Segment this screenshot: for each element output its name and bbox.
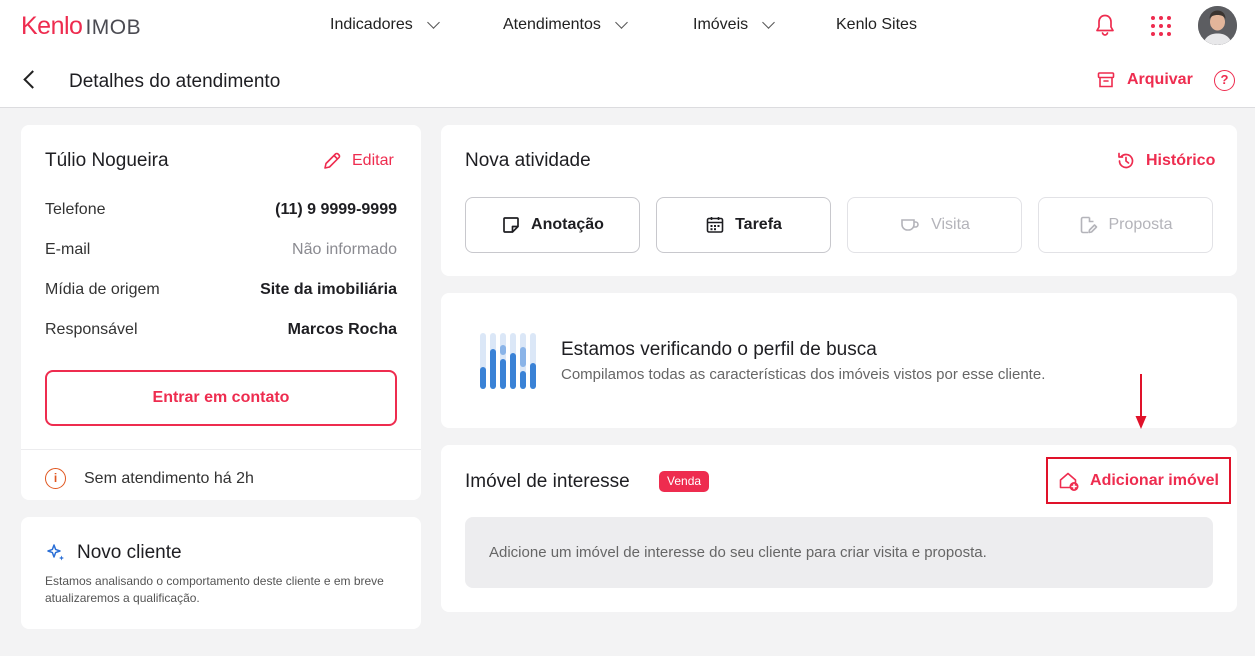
nav-label: Atendimentos — [503, 16, 601, 33]
nav-indicadores[interactable]: Indicadores — [330, 16, 440, 34]
email-row: E-mail Não informado — [45, 241, 397, 259]
status-text: Sem atendimento há 2h — [84, 469, 254, 487]
nav-kenlo-sites[interactable]: Kenlo Sites — [836, 16, 917, 34]
new-client-title-row: Novo cliente — [45, 542, 182, 564]
field-label: Mídia de origem — [45, 281, 160, 298]
note-label: Anotação — [531, 216, 604, 233]
annotation-arrow-icon — [1135, 374, 1147, 429]
document-edit-icon — [1081, 216, 1098, 234]
email-value: Não informado — [292, 241, 397, 258]
nav-label: Indicadores — [330, 16, 413, 33]
origin-value: Site da imobiliária — [260, 281, 397, 298]
equalizer-chart-icon — [480, 333, 536, 389]
status-row: i Sem atendimento há 2h — [45, 468, 254, 489]
visit-label: Visita — [931, 216, 970, 233]
origin-row: Mídia de origem Site da imobiliária — [45, 281, 397, 299]
phone-row: Telefone (11) 9 9999-9999 — [45, 201, 397, 219]
note-button[interactable]: Anotação — [465, 197, 640, 253]
help-icon[interactable]: ? — [1214, 70, 1235, 91]
chevron-down-icon — [614, 16, 628, 29]
new-client-title: Novo cliente — [77, 542, 182, 563]
field-label: Responsável — [45, 321, 138, 338]
chevron-down-icon — [762, 16, 775, 29]
history-label: Histórico — [1146, 152, 1216, 169]
logo-product: IMOB — [85, 16, 142, 39]
visit-button[interactable]: Visita — [847, 197, 1022, 253]
client-name: Túlio Nogueira — [45, 150, 169, 171]
chevron-down-icon — [426, 16, 440, 29]
house-add-icon — [1059, 472, 1079, 491]
task-label: Tarefa — [735, 216, 782, 233]
apps-grid-icon[interactable] — [1151, 16, 1171, 36]
archive-button[interactable]: Arquivar — [1097, 71, 1193, 89]
archive-label: Arquivar — [1127, 71, 1193, 88]
empty-state: Adicione um imóvel de interesse do seu c… — [465, 517, 1213, 588]
page-header: Detalhes do atendimento Arquivar ? — [0, 52, 1255, 108]
history-button[interactable]: Histórico — [1116, 151, 1215, 171]
phone-value: (11) 9 9999-9999 — [275, 201, 397, 218]
new-client-description: Estamos analisando o comportamento deste… — [45, 574, 384, 605]
cup-icon — [901, 219, 919, 231]
info-warning-icon: i — [45, 468, 66, 489]
nav-atendimentos[interactable]: Atendimentos — [503, 16, 628, 34]
field-label: Telefone — [45, 201, 106, 218]
history-icon — [1118, 152, 1134, 169]
top-navbar: Kenlo IMOB Indicadores Atendimentos Imóv… — [0, 0, 1255, 52]
activity-title: Nova atividade — [465, 150, 591, 171]
edit-button[interactable]: Editar — [322, 151, 394, 171]
add-property-button[interactable]: Adicionar imóvel — [1046, 457, 1231, 504]
logo-brand: Kenlo — [21, 12, 83, 40]
page-title: Detalhes do atendimento — [69, 71, 281, 92]
sale-badge: Venda — [659, 471, 710, 492]
new-client-card: Novo cliente Estamos analisando o compor… — [21, 517, 421, 629]
add-property-label: Adicionar imóvel — [1090, 471, 1219, 489]
nav-imoveis[interactable]: Imóveis — [693, 16, 775, 34]
interest-title: Imóvel de interesse — [465, 471, 630, 492]
pencil-icon — [324, 152, 341, 169]
profile-description: Compilamos todas as características dos … — [561, 366, 1046, 383]
calendar-icon — [706, 217, 724, 233]
task-button[interactable]: Tarefa — [656, 197, 831, 253]
nav-label: Kenlo Sites — [836, 16, 917, 33]
note-icon — [503, 217, 519, 233]
contact-button[interactable]: Entrar em contato — [45, 370, 397, 426]
profile-title: Estamos verificando o perfil de busca — [561, 339, 877, 360]
divider — [21, 449, 421, 450]
proposal-label: Proposta — [1108, 216, 1173, 233]
responsible-row: Responsável Marcos Rocha — [45, 321, 397, 339]
back-arrow-icon[interactable] — [23, 70, 42, 89]
sparkle-icon — [47, 544, 64, 561]
field-label: E-mail — [45, 241, 91, 258]
interest-property-card: Imóvel de interesse Venda Adicionar imóv… — [441, 445, 1237, 612]
client-card: Túlio Nogueira Editar Telefone (11) 9 99… — [21, 125, 421, 500]
edit-label: Editar — [352, 152, 394, 169]
activity-card: Nova atividade Histórico Anotação Tarefa… — [441, 125, 1237, 276]
user-avatar[interactable] — [1198, 6, 1237, 45]
bell-icon[interactable] — [1094, 13, 1116, 37]
responsible-value: Marcos Rocha — [287, 321, 397, 338]
nav-label: Imóveis — [693, 16, 749, 33]
archive-icon — [1097, 72, 1115, 88]
search-profile-card: Estamos verificando o perfil de busca Co… — [441, 293, 1237, 428]
proposal-button[interactable]: Proposta — [1038, 197, 1213, 253]
kenlo-logo[interactable]: Kenlo IMOB — [21, 12, 141, 41]
